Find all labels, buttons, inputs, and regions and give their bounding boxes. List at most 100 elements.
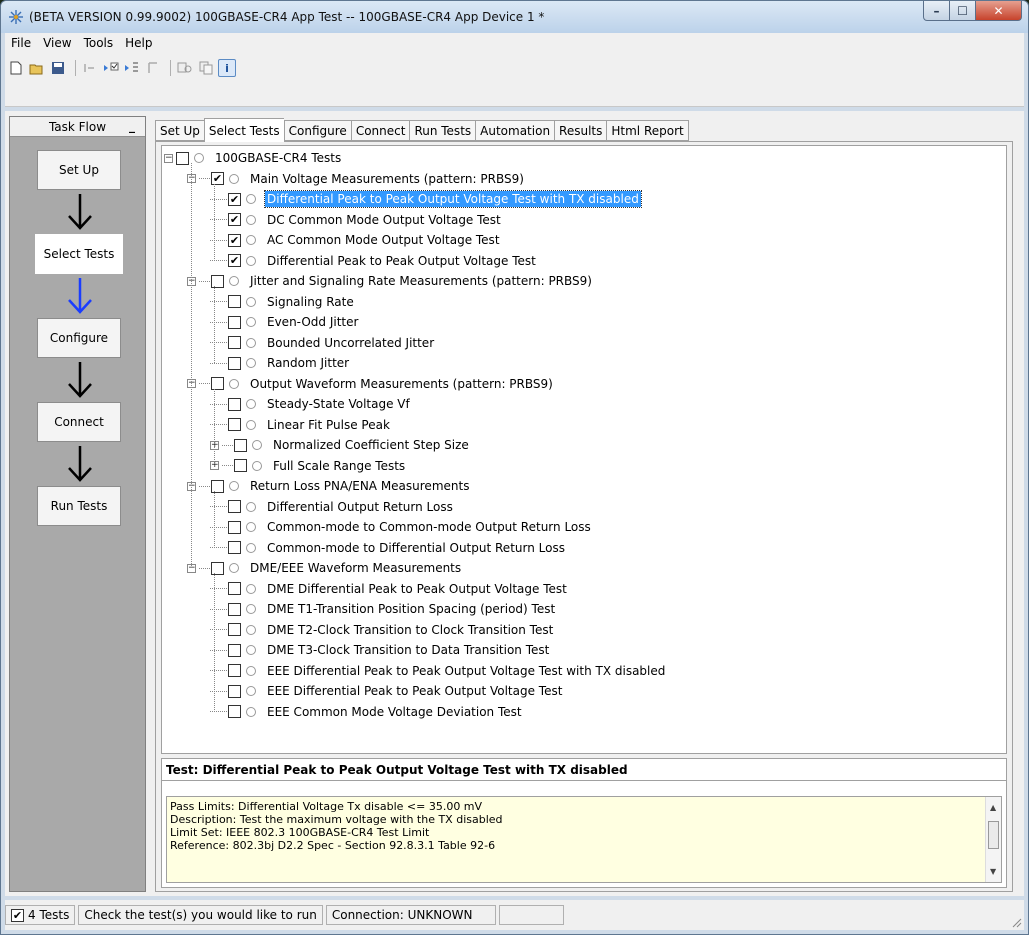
tree-item[interactable]: Signaling Rate (210, 292, 356, 312)
test-checkbox[interactable] (228, 520, 241, 534)
test-checkbox[interactable] (228, 356, 241, 370)
taskflow-run-tests-button[interactable]: Run Tests (37, 486, 121, 526)
tree-item[interactable]: Steady-State Voltage Vf (210, 394, 412, 414)
test-checkbox[interactable] (176, 151, 189, 165)
tab-setup[interactable]: Set Up (155, 120, 204, 141)
test-checkbox[interactable] (228, 397, 241, 411)
tree-connector (210, 506, 227, 507)
tree-item[interactable]: + Normalized Coefficient Step Size (210, 435, 471, 455)
tree-item[interactable]: Common-mode to Differential Output Retur… (210, 538, 567, 558)
maximize-button[interactable]: ☐ (950, 1, 976, 21)
test-checkbox[interactable] (228, 336, 241, 349)
tree-item[interactable]: ✔ Differential Peak to Peak Output Voltag… (210, 189, 642, 209)
tree-item[interactable]: ✔ DC Common Mode Output Voltage Test (210, 210, 503, 230)
test-checkbox[interactable] (228, 418, 241, 431)
tree-group[interactable]: − Return Loss PNA/ENA Measurements (187, 476, 471, 496)
tab-configure[interactable]: Configure (283, 120, 351, 141)
test-checkbox[interactable] (228, 602, 241, 616)
tree-item[interactable]: Random Jitter (210, 353, 351, 373)
tab-results[interactable]: Results (554, 120, 607, 141)
test-checkbox[interactable] (228, 643, 241, 657)
tree-group[interactable]: − DME/EEE Waveform Measurements (187, 558, 463, 578)
info-icon[interactable]: i (218, 59, 236, 77)
status-tests-checkbox[interactable]: ✔ (11, 908, 24, 922)
test-tree[interactable]: − 100GBASE-CR4 Tests − ✔ Main Voltage Measur… (161, 145, 1007, 754)
menu-bar: File View Tools Help (5, 33, 1024, 53)
close-button[interactable]: ✕ (976, 1, 1022, 21)
scroll-up-icon[interactable]: ▲ (990, 801, 996, 814)
tree-item[interactable]: + Full Scale Range Tests (210, 456, 407, 476)
tree-group[interactable]: − Jitter and Signaling Rate Measurements … (187, 271, 594, 291)
test-checkbox[interactable]: ✔ (228, 233, 241, 247)
test-label: Return Loss PNA/ENA Measurements (250, 479, 470, 493)
taskflow-setup-button[interactable]: Set Up (37, 150, 121, 190)
paste-icon[interactable] (197, 59, 215, 77)
minimize-button[interactable]: – (923, 1, 950, 21)
collapse-icon[interactable]: − (164, 153, 173, 163)
taskflow-connect-button[interactable]: Connect (37, 402, 121, 442)
resize-grip-icon[interactable] (1010, 916, 1022, 928)
test-checkbox[interactable] (234, 438, 247, 452)
taskflow-configure-button[interactable]: Configure (37, 318, 121, 358)
tree-item[interactable]: DME T3-Clock Transition to Data Transiti… (210, 640, 551, 660)
test-checkbox[interactable] (211, 561, 224, 575)
tree-item[interactable]: EEE Differential Peak to Peak Output Vol… (210, 661, 667, 681)
open-folder-icon[interactable] (28, 59, 46, 77)
menu-tools[interactable]: Tools (78, 36, 120, 50)
scroll-down-icon[interactable]: ▼ (990, 865, 996, 878)
tab-strip: Set Up Select Tests Configure Connect Ru… (155, 118, 689, 142)
tree-item[interactable]: ✔ Differential Peak to Peak Output Voltag… (210, 251, 538, 271)
test-checkbox[interactable] (228, 500, 241, 513)
menu-file[interactable]: File (5, 36, 37, 50)
test-checkbox[interactable] (228, 582, 241, 595)
taskflow-select-tests-button[interactable]: Select Tests (35, 234, 123, 274)
menu-view[interactable]: View (37, 36, 77, 50)
test-checkbox[interactable]: ✔ (228, 254, 241, 267)
test-checkbox[interactable] (211, 377, 224, 390)
tree-item[interactable]: DME Differential Peak to Peak Output Vol… (210, 579, 569, 599)
tree-item[interactable]: Differential Output Return Loss (210, 497, 455, 517)
test-checkbox[interactable] (228, 295, 241, 308)
tree-group[interactable]: − Output Waveform Measurements (pattern: … (187, 374, 555, 394)
tab-automation[interactable]: Automation (475, 120, 555, 141)
tree-item[interactable]: EEE Common Mode Voltage Deviation Test (210, 702, 524, 722)
tree-group[interactable]: − ✔ Main Voltage Measurements (pattern: PR… (187, 169, 526, 189)
new-file-icon[interactable] (7, 59, 25, 77)
tree-item[interactable]: Linear Fit Pulse Peak (210, 415, 392, 435)
test-checkbox[interactable] (211, 274, 224, 288)
test-checkbox[interactable]: ✔ (228, 213, 241, 226)
tab-select-tests[interactable]: Select Tests (203, 118, 284, 142)
step-icon[interactable] (123, 59, 141, 77)
tree-item[interactable]: DME T2-Clock Transition to Clock Transit… (210, 620, 555, 640)
copy-icon[interactable] (176, 59, 194, 77)
run-selected-icon[interactable] (102, 59, 120, 77)
tab-connect[interactable]: Connect (350, 120, 410, 141)
test-checkbox[interactable]: ✔ (228, 192, 241, 206)
test-checkbox[interactable]: ✔ (211, 172, 224, 185)
tree-item[interactable]: DME T1-Transition Position Spacing (peri… (210, 599, 557, 619)
tree-item[interactable]: Common-mode to Common-mode Output Return… (210, 517, 593, 537)
tree-item[interactable]: ✔ AC Common Mode Output Voltage Test (210, 230, 502, 250)
test-checkbox[interactable] (228, 623, 241, 636)
title-bar[interactable]: (BETA VERSION 0.99.9002) 100GBASE-CR4 Ap… (1, 1, 1028, 33)
test-checkbox[interactable] (211, 479, 224, 493)
test-checkbox[interactable] (228, 664, 241, 677)
tree-item[interactable]: Even-Odd Jitter (210, 312, 360, 332)
tree-item[interactable]: Bounded Uncorrelated Jitter (210, 333, 436, 353)
test-checkbox[interactable] (234, 459, 247, 472)
test-checkbox[interactable] (228, 684, 241, 698)
tab-run-tests[interactable]: Run Tests (409, 120, 476, 141)
tree-item[interactable]: EEE Differential Peak to Peak Output Vol… (210, 681, 564, 701)
scroll-thumb[interactable] (988, 821, 999, 849)
status-test-count[interactable]: ✔ 4 Tests (5, 905, 76, 925)
test-checkbox[interactable] (228, 705, 241, 718)
test-checkbox[interactable] (228, 541, 241, 554)
run-icon[interactable] (81, 59, 99, 77)
save-icon[interactable] (49, 59, 67, 77)
pause-icon[interactable] (144, 59, 162, 77)
menu-help[interactable]: Help (119, 36, 158, 50)
task-flow-minimize-button[interactable]: _ (129, 119, 135, 133)
test-checkbox[interactable] (228, 315, 241, 329)
details-scrollbar[interactable]: ▲ ▼ (985, 797, 1001, 882)
tab-html-report[interactable]: Html Report (606, 120, 689, 141)
